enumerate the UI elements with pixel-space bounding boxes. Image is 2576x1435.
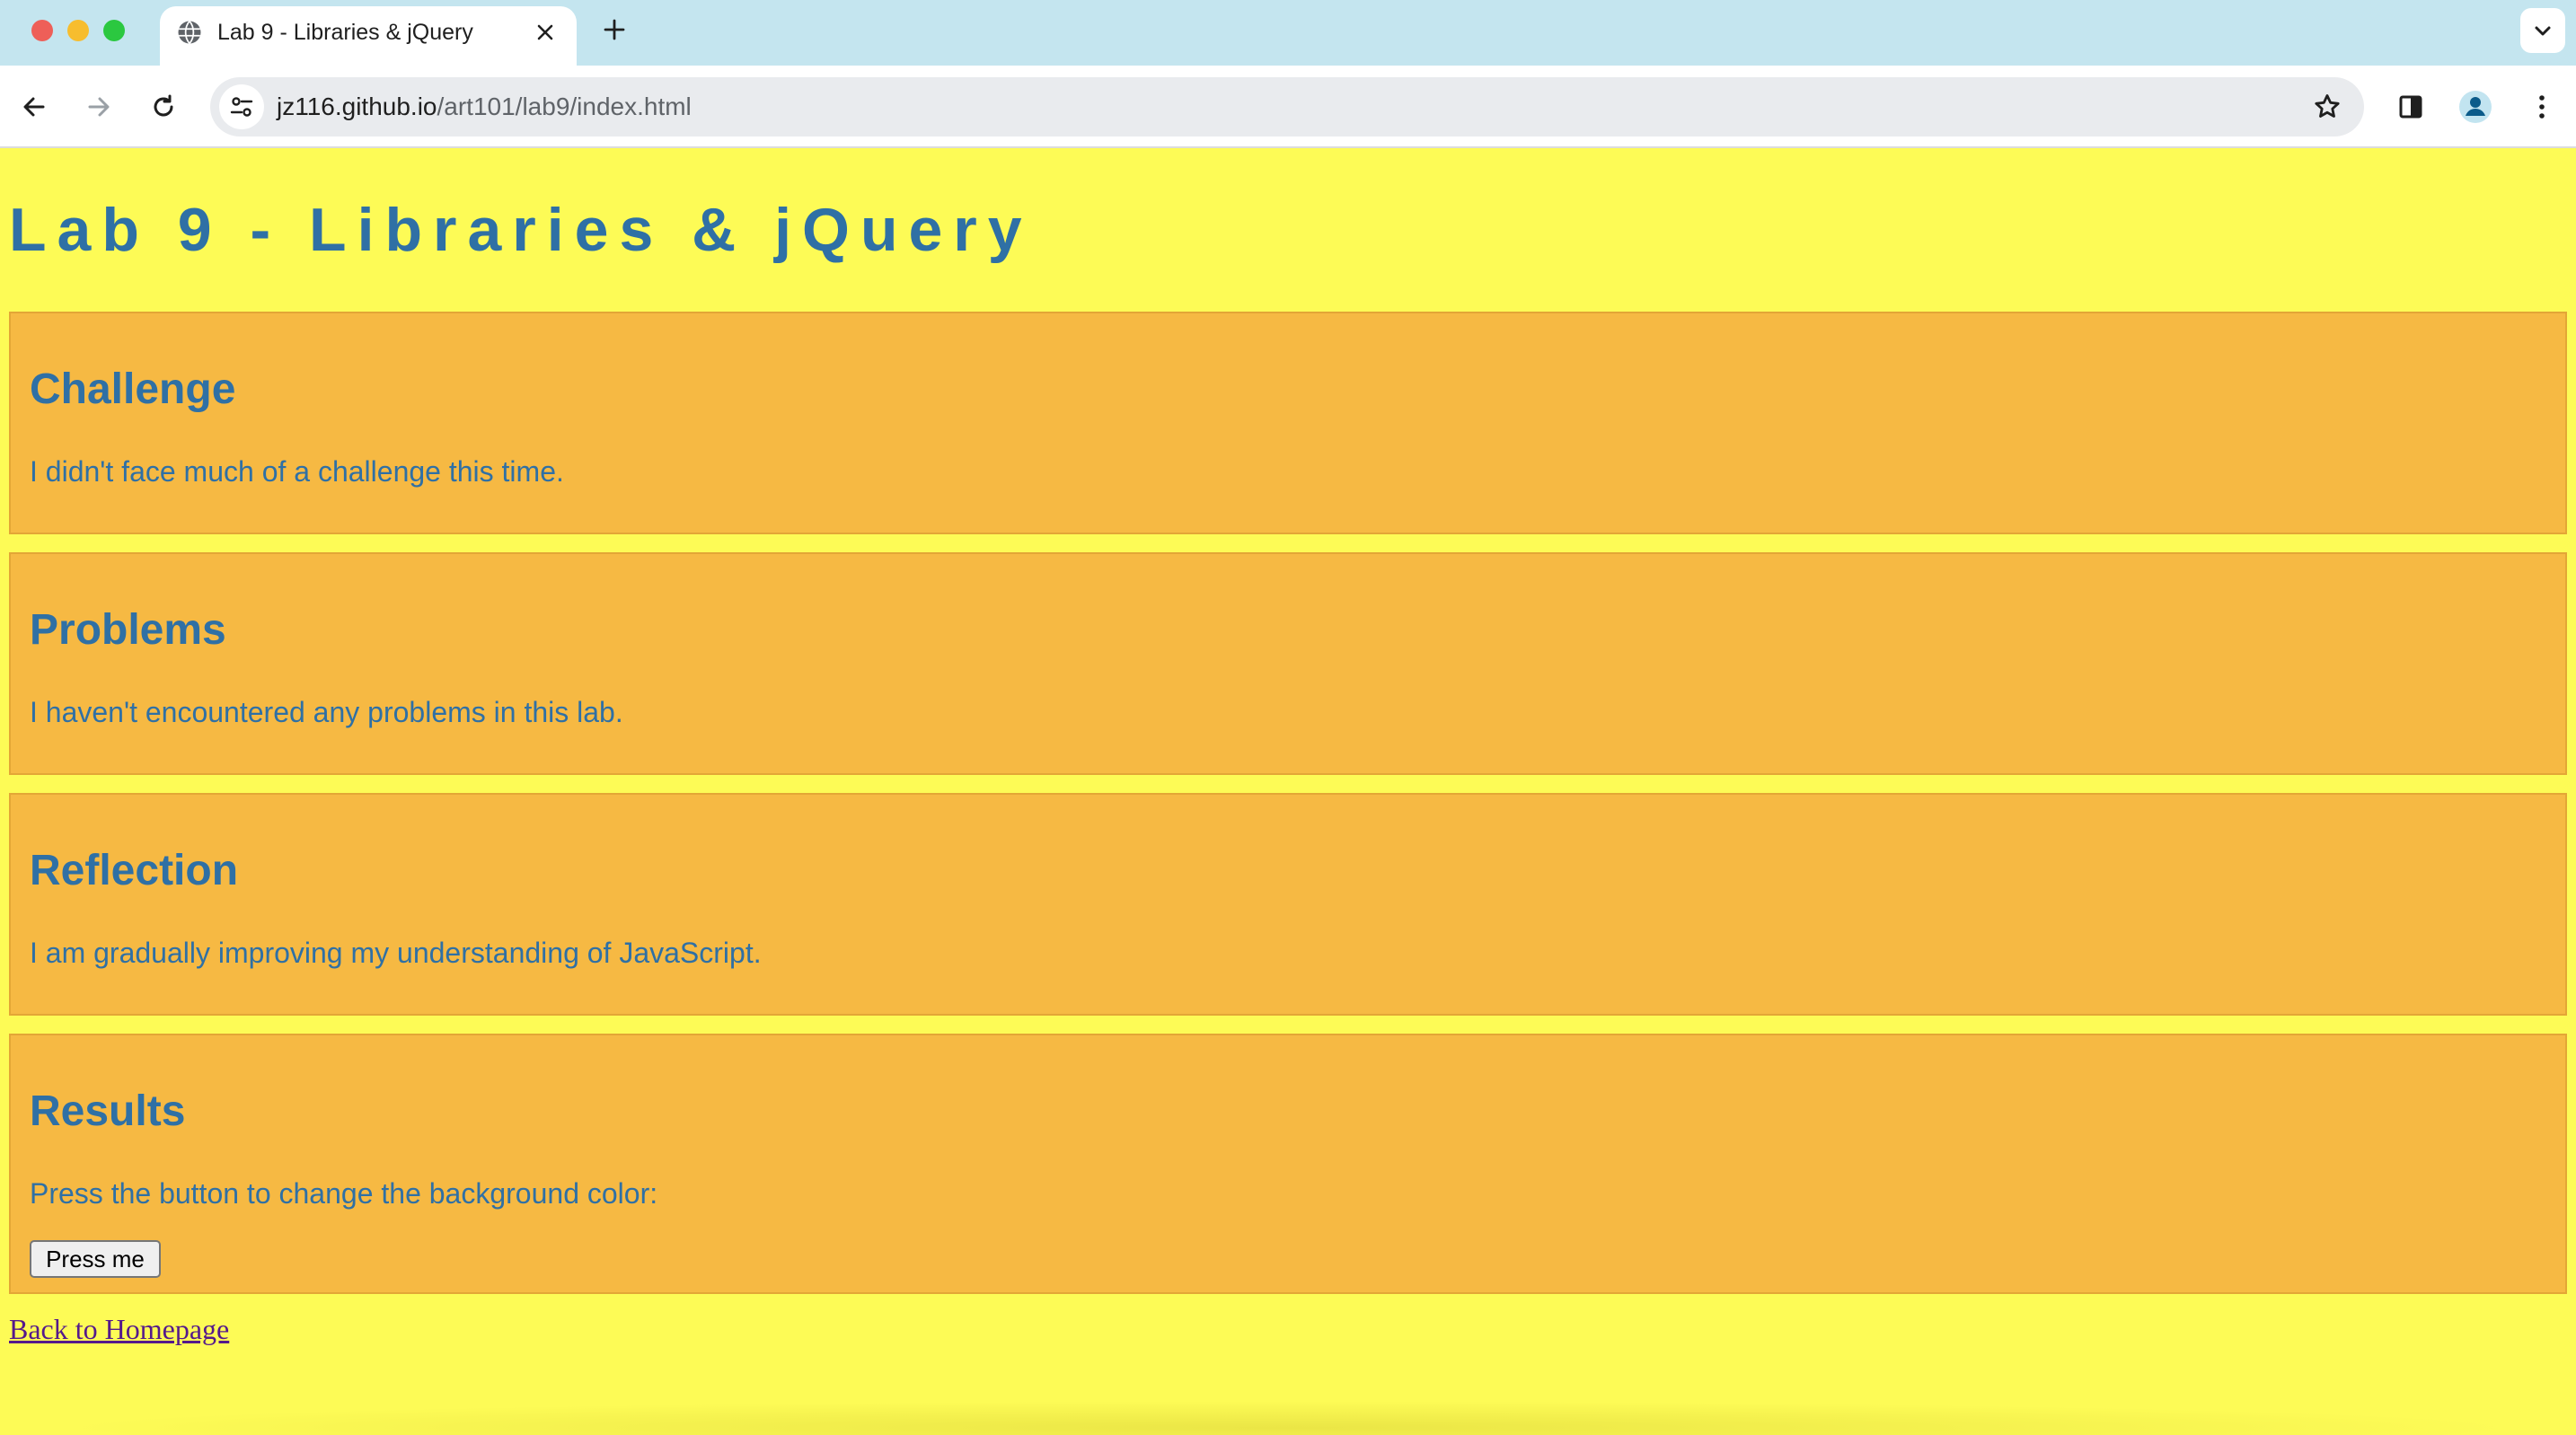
url-host: jz116.github.io [277, 92, 437, 120]
window-maximize-button[interactable] [103, 20, 125, 41]
active-tab[interactable]: Lab 9 - Libraries & jQuery [160, 6, 577, 66]
back-to-homepage-link[interactable]: Back to Homepage [9, 1311, 229, 1347]
avatar-icon [2459, 91, 2492, 123]
section-text: I didn't face much of a challenge this t… [30, 455, 564, 488]
address-bar[interactable]: jz116.github.io/art101/lab9/index.html [210, 77, 2364, 136]
url-path: /art101/lab9/index.html [437, 92, 692, 120]
section-text: I am gradually improving my understandin… [30, 937, 762, 969]
arrow-left-icon [23, 97, 45, 117]
side-panel-icon [2399, 95, 2422, 119]
section-heading: Reflection [30, 847, 239, 894]
tab-strip: Lab 9 - Libraries & jQuery [0, 0, 2576, 66]
browser-toolbar: jz116.github.io/art101/lab9/index.html [0, 66, 2576, 148]
section-problems: Problems I haven't encountered any probl… [9, 552, 2567, 775]
section-results: Results Press the button to change the b… [9, 1034, 2567, 1294]
forward-button[interactable] [77, 85, 120, 128]
page-title: Lab 9 - Libraries & jQuery [9, 196, 1033, 264]
section-heading: Problems [30, 606, 226, 654]
back-button[interactable] [13, 85, 56, 128]
section-reflection: Reflection I am gradually improving my u… [9, 793, 2567, 1016]
tab-search-button[interactable] [2520, 8, 2565, 53]
profile-button[interactable] [2454, 85, 2497, 128]
tune-icon [230, 97, 253, 117]
arrow-right-icon [88, 97, 110, 117]
section-text: Press the button to change the backgroun… [30, 1177, 658, 1210]
tab-title: Lab 9 - Libraries & jQuery [217, 20, 473, 45]
section-text: I haven't encountered any problems in th… [30, 696, 623, 728]
new-tab-button[interactable] [596, 12, 632, 48]
press-me-button[interactable]: Press me [30, 1240, 161, 1278]
section-heading: Challenge [30, 365, 236, 413]
side-panel-button[interactable] [2389, 85, 2432, 128]
section-heading: Results [30, 1087, 186, 1135]
reload-icon [154, 94, 173, 117]
reload-button[interactable] [142, 85, 185, 128]
window-close-button[interactable] [31, 20, 53, 41]
section-challenge: Challenge I didn't face much of a challe… [9, 312, 2567, 534]
window-minimize-button[interactable] [67, 20, 89, 41]
chevron-down-icon [2535, 26, 2551, 36]
close-icon[interactable] [530, 17, 560, 48]
site-info-button[interactable] [219, 84, 264, 129]
more-vert-icon [2539, 95, 2545, 119]
bookmark-star-icon[interactable] [2308, 88, 2346, 126]
url-text[interactable]: jz116.github.io/art101/lab9/index.html [277, 91, 692, 123]
plus-icon [604, 19, 625, 40]
menu-button[interactable] [2520, 85, 2563, 128]
globe-icon [176, 19, 203, 46]
bottom-shadow [54, 1401, 2524, 1435]
